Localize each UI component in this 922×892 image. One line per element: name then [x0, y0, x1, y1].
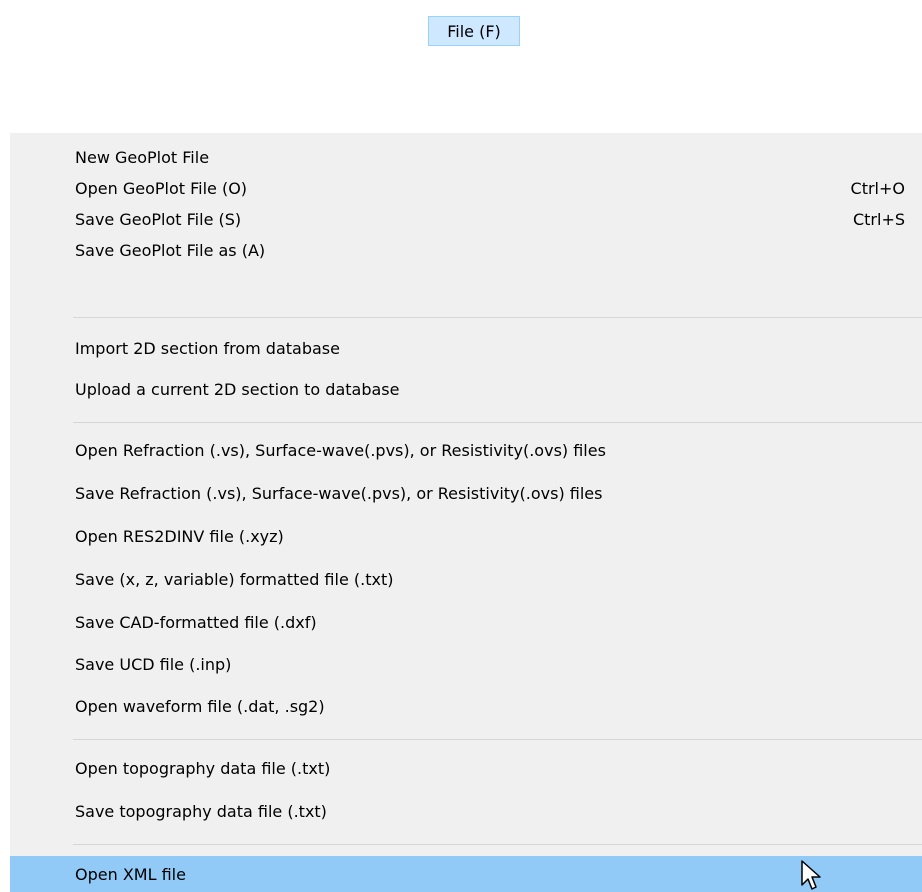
menu-item-label: Save CAD-formatted file (.dxf): [75, 613, 317, 632]
menu-item-shortcut: Ctrl+S: [852, 210, 905, 229]
menu-item-label: Save GeoPlot File (S): [75, 210, 242, 229]
menu-item-save-geoplot-file-as[interactable]: Save GeoPlot File as (A): [10, 235, 922, 266]
menu-item-label: Save (x, z, variable) formatted file (.t…: [75, 570, 394, 589]
menu-item-label: Import 2D section from database: [75, 339, 340, 358]
menu-separator: [73, 422, 922, 423]
menu-item-save-ucd-file[interactable]: Save UCD file (.inp): [10, 649, 922, 680]
menu-item-label: Open topography data file (.txt): [75, 759, 331, 778]
menu-item-label: Save UCD file (.inp): [75, 655, 232, 674]
mouse-pointer-icon: [801, 860, 821, 890]
menu-separator: [73, 844, 922, 845]
screen: File (F) New GeoPlot File Open GeoPlot F…: [0, 0, 922, 892]
menu-item-open-geoplot-file[interactable]: Open GeoPlot File (O) Ctrl+O: [10, 173, 922, 204]
menu-item-shortcut: Ctrl+O: [850, 179, 905, 198]
menu-item-label: Save Refraction (.vs), Surface-wave(.pvs…: [75, 484, 603, 503]
menu-item-open-res2dinv-file[interactable]: Open RES2DINV file (.xyz): [10, 521, 922, 552]
menu-item-label: Open RES2DINV file (.xyz): [75, 527, 284, 546]
menu-item-save-cad-file[interactable]: Save CAD-formatted file (.dxf): [10, 607, 922, 638]
menu-item-save-topography-file[interactable]: Save topography data file (.txt): [10, 796, 922, 827]
menu-item-label: Save topography data file (.txt): [75, 802, 327, 821]
menu-item-open-topography-file[interactable]: Open topography data file (.txt): [10, 753, 922, 784]
menu-item-label: Open waveform file (.dat, .sg2): [75, 697, 325, 716]
menu-item-open-xml-file[interactable]: Open XML file: [10, 856, 922, 892]
menu-item-open-refraction-files[interactable]: Open Refraction (.vs), Surface-wave(.pvs…: [10, 435, 922, 466]
menu-item-label: Open GeoPlot File (O): [75, 179, 248, 198]
menu-item-save-xzv-file[interactable]: Save (x, z, variable) formatted file (.t…: [10, 564, 922, 595]
menu-item-import-2d-section[interactable]: Import 2D section from database: [10, 333, 922, 364]
menu-item-new-geoplot-file[interactable]: New GeoPlot File: [10, 142, 922, 173]
menu-item-save-geoplot-file[interactable]: Save GeoPlot File (S) Ctrl+S: [10, 204, 922, 235]
menu-item-upload-2d-section[interactable]: Upload a current 2D section to database: [10, 374, 922, 405]
file-dropdown-menu: New GeoPlot File Open GeoPlot File (O) C…: [10, 133, 922, 892]
menu-item-label: Open Refraction (.vs), Surface-wave(.pvs…: [75, 441, 606, 460]
menu-item-save-refraction-files[interactable]: Save Refraction (.vs), Surface-wave(.pvs…: [10, 478, 922, 509]
menu-item-label: Upload a current 2D section to database: [75, 380, 400, 399]
menu-item-label: Open XML file: [75, 864, 186, 884]
menu-item-label: New GeoPlot File: [75, 148, 210, 167]
menu-separator: [73, 739, 922, 740]
menu-item-label: Save GeoPlot File as (A): [75, 241, 266, 260]
menu-item-open-waveform-file[interactable]: Open waveform file (.dat, .sg2): [10, 691, 922, 722]
file-menu-button[interactable]: File (F): [428, 16, 520, 46]
menu-separator: [73, 317, 922, 318]
